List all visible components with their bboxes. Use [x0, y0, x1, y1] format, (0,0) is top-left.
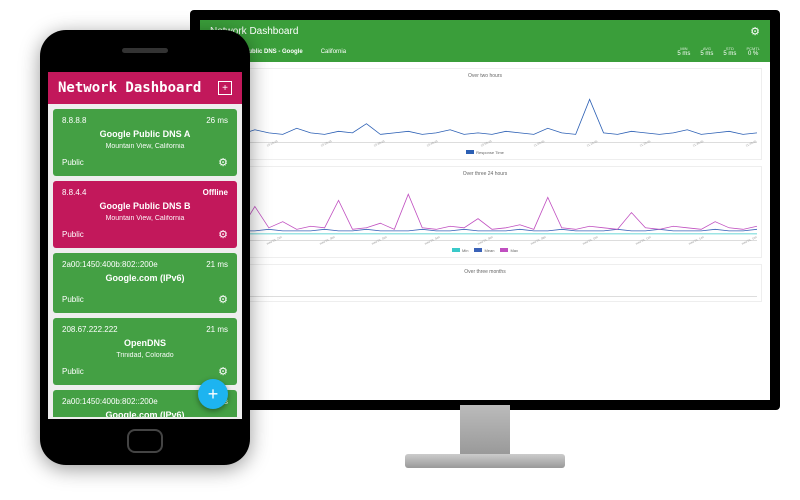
host-category: Public [62, 367, 84, 376]
stat-std: STD5 ms [723, 47, 736, 58]
desktop-header: Network Dashboard ⚙ [200, 20, 770, 43]
monitor-stand [460, 405, 510, 455]
app-title: Network Dashboard [58, 80, 201, 96]
host-ip: 208.67.222.222 [62, 325, 118, 334]
home-button[interactable] [127, 429, 163, 453]
desktop-monitor: Network Dashboard ⚙ Public Public DNS - … [190, 10, 780, 410]
mobile-phone: Network Dashboard + 8.8.8.8 26 ms Google P… [40, 30, 250, 465]
host-name: OpenDNS [62, 338, 228, 348]
desktop-screen: Network Dashboard ⚙ Public Public DNS - … [200, 20, 770, 400]
host-category: Public [62, 230, 84, 239]
host-name: Google Public DNS B [62, 201, 228, 211]
chart-panel-2h: Over two hours 10:00:4510:10:4510:20:451… [208, 68, 762, 160]
chart-xaxis-1: wed 03. 20hwed 03. 22hwed 04. 00hwed 04.… [213, 242, 757, 246]
host-location: Trinidad, Colorado [62, 352, 228, 359]
host-card[interactable]: 208.67.222.222 21 ms OpenDNS Trinidad, Colo… [53, 318, 237, 385]
gear-icon[interactable]: ⚙ [218, 365, 228, 378]
desktop-subheader: Public Public DNS - Google California MI… [200, 43, 770, 62]
host-category: Public [62, 158, 84, 167]
chart-panel-3mo: Over three months [208, 264, 762, 302]
host-status: 21 ms [206, 325, 228, 334]
chart-panel-24h: Over three 24 hours wed 03. 20hwed 03. 2… [208, 166, 762, 258]
chart-area [213, 81, 757, 143]
chart-xaxis-0: 10:00:4510:10:4510:20:4510:30:4510:40:45… [213, 144, 757, 148]
mobile-screen: Network Dashboard + 8.8.8.8 26 ms Google P… [48, 72, 242, 419]
category-tab[interactable]: California [321, 49, 346, 55]
host-location: Mountain View, California [62, 215, 228, 222]
stat-avg: AVG5 ms [700, 47, 713, 58]
stats-group: MIN5 ms AVG5 ms STD5 ms PCMTL0 % [677, 47, 760, 58]
host-name: Google.com (IPv6) [62, 410, 228, 417]
host-name: Google Public DNS A [62, 129, 228, 139]
stat-min: MIN5 ms [677, 47, 690, 58]
host-ip: 8.8.4.4 [62, 188, 86, 197]
chart-legend-1: MinMeanMax [213, 248, 757, 253]
chart-area [213, 277, 757, 297]
host-card[interactable]: 2a00:1450:400b:802::200e 21 msGoogle.com … [53, 253, 237, 313]
host-ip: 2a00:1450:400b:802::200e [62, 397, 158, 406]
fab-add-button[interactable]: + [198, 379, 228, 409]
stat-pcmtl: PCMTL0 % [746, 47, 760, 58]
gear-icon[interactable]: ⚙ [218, 293, 228, 306]
host-ip: 8.8.8.8 [62, 116, 86, 125]
chart-title: Over two hours [213, 73, 757, 79]
host-card[interactable]: 8.8.4.4 Offline Google Public DNS B Mountai… [53, 181, 237, 248]
chart-title: Over three months [213, 269, 757, 275]
host-category: Public [62, 295, 84, 304]
gear-icon[interactable]: ⚙ [218, 228, 228, 241]
chart-title: Over three 24 hours [213, 171, 757, 177]
chart-svg-1 [213, 179, 757, 240]
host-card[interactable]: 8.8.8.8 26 ms Google Public DNS A Mountain … [53, 109, 237, 176]
add-icon[interactable]: + [218, 81, 232, 95]
gear-icon[interactable]: ⚙ [218, 156, 228, 169]
chart-area [213, 179, 757, 241]
host-location: Mountain View, California [62, 143, 228, 150]
chart-svg-0 [213, 81, 757, 142]
host-status: 21 ms [206, 260, 228, 269]
host-ip: 2a00:1450:400b:802::200e [62, 260, 158, 269]
gear-icon[interactable]: ⚙ [750, 25, 760, 38]
host-status: Offline [203, 188, 228, 197]
chart-legend-0: Response Time [213, 150, 757, 155]
monitor-base [405, 454, 565, 468]
card-list[interactable]: 8.8.8.8 26 ms Google Public DNS A Mountain … [48, 104, 242, 417]
mobile-header: Network Dashboard + [48, 72, 242, 104]
category-tab-active[interactable]: Public DNS - Google [244, 49, 302, 55]
host-status: 26 ms [206, 116, 228, 125]
host-name: Google.com (IPv6) [62, 273, 228, 283]
